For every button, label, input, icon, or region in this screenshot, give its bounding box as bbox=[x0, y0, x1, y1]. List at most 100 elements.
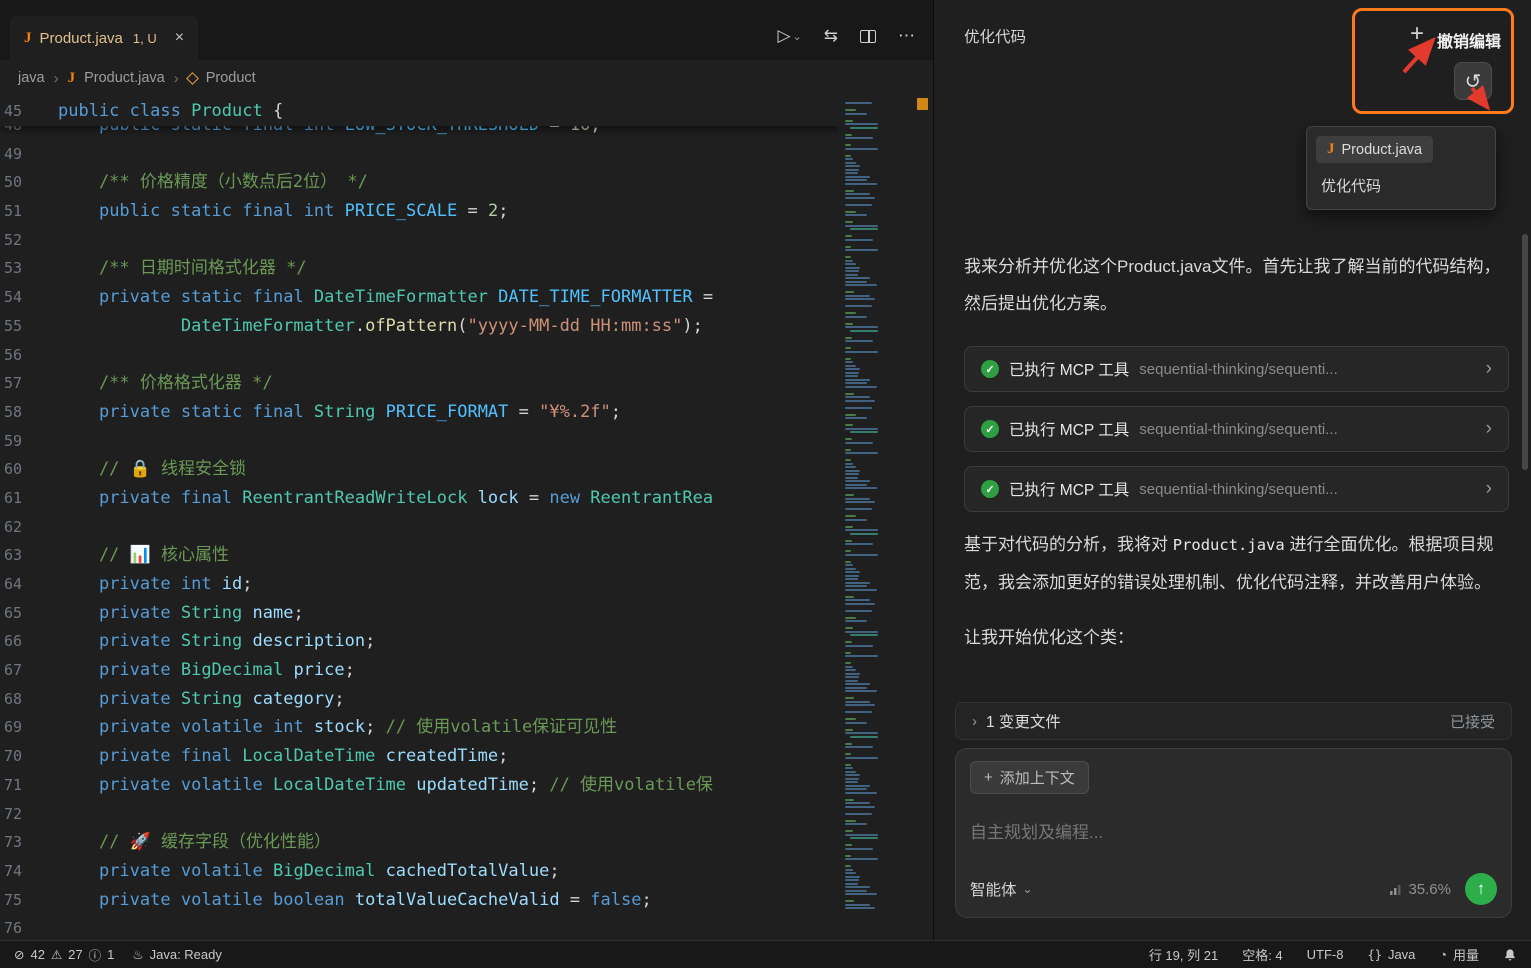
code-line[interactable]: 56 bbox=[0, 341, 839, 370]
java-server-status[interactable]: ♨ Java: Ready bbox=[132, 947, 221, 962]
breadcrumb-file[interactable]: Product.java bbox=[84, 70, 165, 86]
usage-item[interactable]: ◔ 用量 bbox=[1439, 945, 1479, 964]
language-mode[interactable]: {} Java bbox=[1368, 947, 1416, 962]
code-line[interactable]: 65 private String name; bbox=[0, 599, 839, 628]
code-line[interactable]: 64 private int id; bbox=[0, 570, 839, 599]
code-line[interactable]: 69 private volatile int stock; // 使用vola… bbox=[0, 713, 839, 742]
new-chat-button[interactable]: + bbox=[1410, 20, 1424, 48]
line-number: 75 bbox=[0, 886, 58, 915]
code-line[interactable]: 57 /** 价格格式化器 */ bbox=[0, 369, 839, 398]
code-line[interactable]: 51 public static final int PRICE_SCALE =… bbox=[0, 197, 839, 226]
composer-input[interactable]: 自主规划及编程... bbox=[970, 818, 1497, 843]
sticky-scroll-line[interactable]: 45public class Product { bbox=[0, 96, 839, 126]
code-line[interactable]: 74 private volatile BigDecimal cachedTot… bbox=[0, 857, 839, 886]
code-line[interactable]: 76 bbox=[0, 914, 839, 940]
tool-detail: sequential-thinking/sequenti... bbox=[1139, 421, 1475, 438]
mcp-tool-row[interactable]: ✓ 已执行 MCP 工具 sequential-thinking/sequent… bbox=[964, 406, 1509, 452]
changed-files-row[interactable]: › 1 变更文件 已接受 bbox=[955, 702, 1512, 740]
line-number: 67 bbox=[0, 656, 58, 685]
close-tab-icon[interactable]: × bbox=[175, 29, 184, 47]
chevron-right-icon: › bbox=[972, 713, 977, 730]
composer-footer: 智能体 ⌄ 35.6% bbox=[970, 873, 1497, 905]
add-context-button[interactable]: + 添加上下文 bbox=[970, 761, 1089, 794]
mcp-tool-row[interactable]: ✓ 已执行 MCP 工具 sequential-thinking/sequent… bbox=[964, 466, 1509, 512]
chat-messages: 我来分析并优化这个Product.java文件。首先让我了解当前的代码结构，然后… bbox=[964, 248, 1509, 656]
code-line[interactable]: 61 private final ReentrantReadWriteLock … bbox=[0, 484, 839, 513]
line-number: 52 bbox=[0, 226, 58, 255]
line-number: 58 bbox=[0, 398, 58, 427]
code-line[interactable]: 68 private String category; bbox=[0, 685, 839, 714]
popup-action-item[interactable]: 优化代码 bbox=[1316, 163, 1486, 200]
panel-title: 优化代码 bbox=[964, 25, 1026, 47]
code-line[interactable]: 67 private BigDecimal price; bbox=[0, 656, 839, 685]
editor-actions: ▷ ⌄ ⇆ ⋯ bbox=[777, 26, 915, 46]
plus-icon: + bbox=[984, 769, 993, 786]
breadcrumb-separator: › bbox=[174, 70, 179, 87]
breadcrumb-java[interactable]: java bbox=[18, 70, 45, 86]
tab-product-java[interactable]: J Product.java 1, U × bbox=[10, 16, 198, 60]
tool-status: 已执行 MCP 工具 bbox=[1009, 418, 1129, 440]
code-line[interactable]: 58 private static final String PRICE_FOR… bbox=[0, 398, 839, 427]
chat-composer: + 添加上下文 自主规划及编程... 智能体 ⌄ bbox=[955, 748, 1512, 918]
code-line[interactable]: 72 bbox=[0, 800, 839, 829]
code-line[interactable]: 53 /** 日期时间格式化器 */ bbox=[0, 254, 839, 283]
code-line[interactable]: 50 /** 价格精度（小数点后2位） */ bbox=[0, 168, 839, 197]
run-icon: ▷ bbox=[777, 26, 790, 46]
line-number: 45 bbox=[0, 96, 58, 126]
code-area[interactable]: 48 public static final int LOW_STOCK_THR… bbox=[0, 96, 839, 940]
code-line[interactable]: 59 bbox=[0, 427, 839, 456]
compare-changes-icon[interactable]: ⇆ bbox=[824, 26, 838, 46]
vscode-window: J Product.java 1, U × ▷ ⌄ ⇆ ⋯ java bbox=[0, 0, 1531, 968]
accepted-status: 已接受 bbox=[1450, 711, 1495, 732]
undo-edit-label: 撤销编辑 bbox=[1437, 28, 1501, 52]
code-line[interactable]: 73 // 🚀 缓存字段（优化性能） bbox=[0, 828, 839, 857]
line-number: 57 bbox=[0, 369, 58, 398]
code-line[interactable]: 52 bbox=[0, 226, 839, 255]
popup-file-item[interactable]: J Product.java bbox=[1316, 136, 1433, 163]
problems-indicator[interactable]: ⊘ 42 ⚠ 27 ⓘ 1 bbox=[14, 945, 114, 964]
code-line[interactable]: 70 private final LocalDateTime createdTi… bbox=[0, 742, 839, 771]
bell-icon bbox=[1503, 948, 1517, 962]
code-line[interactable]: 45public class Product { bbox=[0, 96, 839, 126]
encoding-setting[interactable]: UTF-8 bbox=[1307, 947, 1344, 962]
java-file-icon: J bbox=[68, 70, 76, 87]
code-line[interactable]: 60 // 🔒 线程安全锁 bbox=[0, 455, 839, 484]
chevron-right-icon: › bbox=[1486, 418, 1492, 440]
split-editor-icon[interactable] bbox=[860, 30, 876, 43]
code-line[interactable]: 62 bbox=[0, 513, 839, 542]
cursor-position[interactable]: 行 19, 列 21 bbox=[1149, 945, 1218, 964]
overview-ruler[interactable] bbox=[913, 96, 933, 940]
usage-bars-icon bbox=[1389, 883, 1402, 896]
minimap[interactable] bbox=[839, 96, 913, 940]
info-icon: ⓘ bbox=[89, 945, 102, 964]
notifications-bell[interactable] bbox=[1503, 948, 1517, 962]
line-number: 49 bbox=[0, 140, 58, 169]
run-button[interactable]: ▷ ⌄ bbox=[777, 26, 801, 46]
ai-assistant-panel: 优化代码 + 撤销编辑 ↺ J Product.java bbox=[934, 0, 1531, 940]
tool-status: 已执行 MCP 工具 bbox=[1009, 358, 1129, 380]
line-number: 69 bbox=[0, 713, 58, 742]
indentation-setting[interactable]: 空格: 4 bbox=[1242, 945, 1282, 964]
line-number: 68 bbox=[0, 685, 58, 714]
run-dropdown-icon[interactable]: ⌄ bbox=[793, 30, 802, 43]
annotation-highlight-box bbox=[1352, 8, 1514, 114]
send-button[interactable]: ↑ bbox=[1465, 873, 1497, 905]
code-line[interactable]: 55 DateTimeFormatter.ofPattern("yyyy-MM-… bbox=[0, 312, 839, 341]
code-line[interactable]: 66 private String description; bbox=[0, 627, 839, 656]
breadcrumb-class[interactable]: Product bbox=[206, 70, 256, 86]
tab-bar: J Product.java 1, U × ▷ ⌄ ⇆ ⋯ bbox=[0, 0, 933, 60]
more-actions-icon[interactable]: ⋯ bbox=[898, 26, 915, 46]
mcp-tool-row[interactable]: ✓ 已执行 MCP 工具 sequential-thinking/sequent… bbox=[964, 346, 1509, 392]
chevron-right-icon: › bbox=[1486, 478, 1492, 500]
annotation-arrows bbox=[1334, 0, 1524, 130]
code-line[interactable]: 49 bbox=[0, 140, 839, 169]
code-line[interactable]: 75 private volatile boolean totalValueCa… bbox=[0, 886, 839, 915]
code-line[interactable]: 63 // 📊 核心属性 bbox=[0, 541, 839, 570]
code-line[interactable]: 54 private static final DateTimeFormatte… bbox=[0, 283, 839, 312]
java-status-icon: ♨ bbox=[132, 947, 143, 962]
panel-scrollbar-thumb[interactable] bbox=[1522, 234, 1528, 470]
undo-edit-button[interactable]: ↺ bbox=[1454, 62, 1492, 100]
agent-selector[interactable]: 智能体 ⌄ bbox=[970, 878, 1033, 900]
line-number: 56 bbox=[0, 341, 58, 370]
code-line[interactable]: 71 private volatile LocalDateTime update… bbox=[0, 771, 839, 800]
